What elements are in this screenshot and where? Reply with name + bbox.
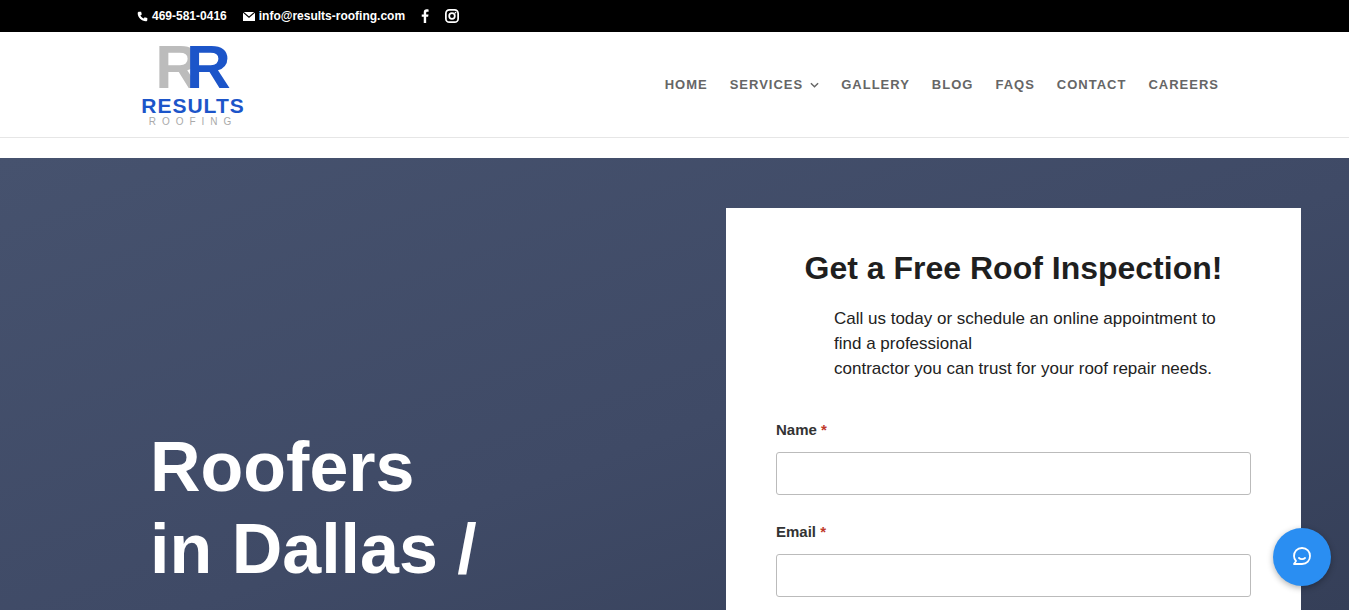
email-text: info@results-roofing.com [259, 9, 405, 23]
nav-item[interactable]: CONTACT [1057, 77, 1127, 92]
phone-text: 469-581-0416 [152, 9, 227, 23]
nav-label: GALLERY [841, 77, 910, 92]
chevron-down-icon [810, 82, 819, 88]
chat-button[interactable] [1273, 528, 1331, 586]
hero-content: Roofersin Dallas /Get a Free Roof Inspec… [0, 158, 1349, 610]
field-label: Email * [776, 523, 1251, 540]
hero-heading: Roofersin Dallas / [137, 158, 726, 610]
inspection-form-card: Get a Free Roof Inspection! Call us today… [726, 208, 1301, 610]
field-label: Name * [776, 421, 1251, 438]
form-intro: Call us today or schedule an online appo… [834, 306, 1251, 381]
logo-name: RESULTS [141, 95, 244, 116]
site-header: RR RESULTSROOFING HOME SERVICES GALLERY BLOG F… [0, 32, 1349, 138]
hero-heading-line: in Dallas / [150, 508, 726, 590]
logo-letter: R [186, 43, 231, 91]
text-input[interactable] [776, 452, 1251, 495]
phone-link[interactable]: 469-581-0416 [137, 9, 227, 23]
email-link[interactable]: info@results-roofing.com [243, 9, 405, 23]
main-nav: HOME SERVICES GALLERY BLOG FAQS CONTACT CAREER… [665, 77, 1219, 92]
top-bar: 469-581-0416 info@results-roofing.com [0, 0, 1349, 32]
facebook-icon[interactable] [421, 9, 429, 23]
form-intro-line: find a professional [834, 331, 1251, 356]
text-input[interactable] [776, 554, 1251, 597]
nav-item[interactable]: FAQS [995, 77, 1034, 92]
logo-mark: RR [155, 43, 231, 91]
header-gap [0, 138, 1349, 158]
form-field: Name * [776, 421, 1251, 495]
hero-heading-line: Roofers [150, 426, 726, 508]
envelope-icon [243, 12, 255, 21]
form-intro-line: Call us today or schedule an online appo… [834, 306, 1251, 331]
nav-item[interactable]: BLOG [932, 77, 974, 92]
chat-icon [1290, 545, 1314, 569]
required-marker: * [820, 523, 826, 540]
hero: Roofersin Dallas /Get a Free Roof Inspec… [0, 158, 1349, 610]
nav-label: HOME [665, 77, 708, 92]
logo-tagline: ROOFING [149, 117, 238, 127]
nav-label: SERVICES [730, 77, 804, 92]
required-marker: * [821, 421, 827, 438]
nav-label: CONTACT [1057, 77, 1127, 92]
instagram-icon[interactable] [445, 9, 459, 23]
nav-label: BLOG [932, 77, 974, 92]
nav-item[interactable]: SERVICES [730, 77, 820, 92]
nav-item[interactable]: HOME [665, 77, 708, 92]
phone-icon [137, 11, 148, 22]
form-intro-line: contractor you can trust for your roof r… [834, 356, 1251, 381]
nav-label: FAQS [995, 77, 1034, 92]
nav-item[interactable]: CAREERS [1148, 77, 1219, 92]
page: 469-581-0416info@results-roofing.comRRRE… [0, 0, 1349, 610]
logo[interactable]: RR RESULTSROOFING [137, 43, 249, 127]
nav-item[interactable]: GALLERY [841, 77, 910, 92]
form-title: Get a Free Roof Inspection! [776, 248, 1251, 288]
form-field: Email * [776, 523, 1251, 597]
nav-label: CAREERS [1148, 77, 1219, 92]
